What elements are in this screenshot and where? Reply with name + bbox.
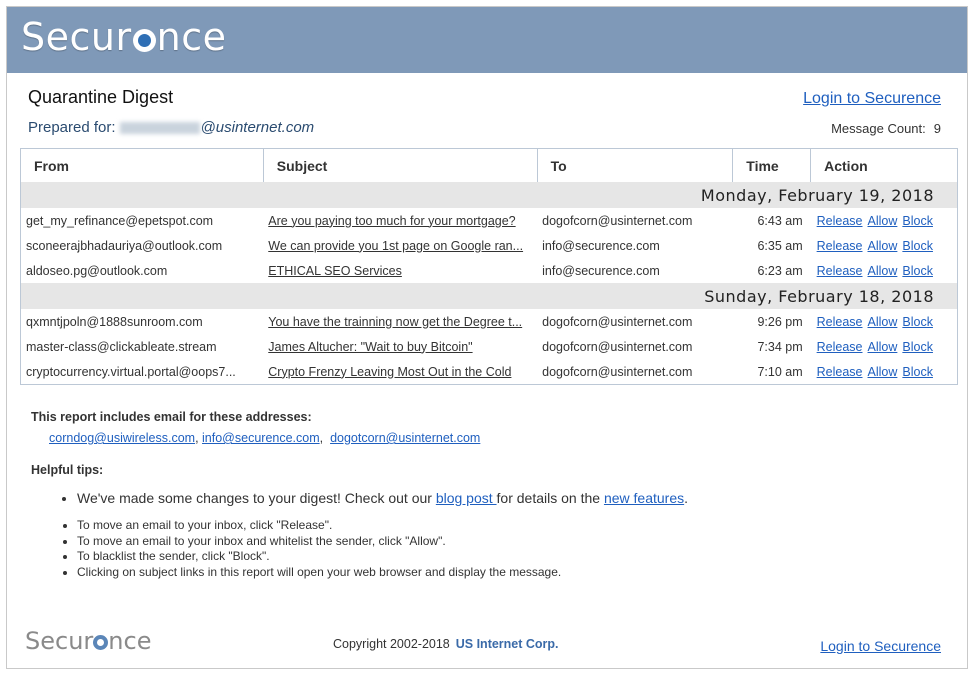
blog-post-link[interactable]: blog post <box>436 490 497 506</box>
time-cell: 9:26 pm <box>757 314 803 329</box>
allow-link[interactable]: Allow <box>868 264 898 278</box>
block-link[interactable]: Block <box>902 315 933 329</box>
footer-logo: Secur nce <box>25 627 152 655</box>
to-cell: dogofcorn@usinternet.com <box>542 364 693 379</box>
date-label: Monday, February 19, 2018 <box>20 182 958 208</box>
date-label: Sunday, February 18, 2018 <box>20 283 958 309</box>
time-cell: 6:43 am <box>757 213 803 228</box>
tip-main-mid: for details on the <box>496 490 604 506</box>
date-row: Monday, February 19, 2018 <box>20 182 958 208</box>
company-name: US Internet Corp. <box>455 637 559 651</box>
col-action: Action <box>824 157 868 174</box>
prepared-label: Prepared for: <box>28 119 116 136</box>
quarantine-table: From Subject To Time Action Monday, Febr… <box>20 148 958 385</box>
address-link[interactable]: info@securence.com <box>202 431 320 445</box>
tips-main-list: We've made some changes to your digest! … <box>63 490 689 507</box>
message-count-label: Message Count: <box>831 121 926 136</box>
from-cell: master-class@clickableate.stream <box>26 339 217 354</box>
block-link[interactable]: Block <box>902 365 933 379</box>
block-link[interactable]: Block <box>902 264 933 278</box>
message-count-value: 9 <box>933 121 941 136</box>
tip-main-pre: We've made some changes to your digest! … <box>77 490 436 506</box>
page-title: Quarantine Digest <box>28 87 174 107</box>
time-cell: 6:35 am <box>757 238 803 253</box>
time-cell: 7:34 pm <box>757 339 803 354</box>
table-row: cryptocurrency.virtual.portal@oops7... C… <box>21 359 958 385</box>
address-link[interactable]: dogotcorn@usinternet.com <box>330 431 480 445</box>
table-row: qxmntjpoln@1888sunroom.com You have the … <box>21 309 958 334</box>
allow-link[interactable]: Allow <box>868 214 898 228</box>
copyright-text: Copyright 2002-2018 <box>333 637 450 651</box>
subject-link[interactable]: Are you paying too much for your mortgag… <box>268 214 515 228</box>
allow-link[interactable]: Allow <box>868 365 898 379</box>
to-cell: info@securence.com <box>542 238 660 253</box>
tip-item: To move an email to your inbox and white… <box>77 534 561 550</box>
tips-list: To move an email to your inbox, click "R… <box>63 518 561 580</box>
block-link[interactable]: Block <box>902 239 933 253</box>
copyright: Copyright 2002-2018 US Internet Corp. <box>333 637 559 651</box>
to-cell: info@securence.com <box>542 263 660 278</box>
from-cell: cryptocurrency.virtual.portal@oops7... <box>26 364 236 379</box>
redacted-username <box>119 122 200 135</box>
addresses-heading: This report includes email for these add… <box>31 410 312 424</box>
new-features-link[interactable]: new features <box>604 490 684 506</box>
allow-link[interactable]: Allow <box>868 239 898 253</box>
table-row: master-class@clickableate.stream James A… <box>21 334 958 359</box>
release-link[interactable]: Release <box>817 365 863 379</box>
release-link[interactable]: Release <box>817 315 863 329</box>
table-row: get_my_refinance@epetspot.com Are you pa… <box>21 208 958 233</box>
login-link-top[interactable]: Login to Securence <box>803 90 941 108</box>
prepared-email: @usinternet.com <box>200 119 315 136</box>
from-cell: qxmntjpoln@1888sunroom.com <box>26 314 203 329</box>
message-count: Message Count: 9 <box>831 121 941 136</box>
digest-frame: Secur nce Quarantine Digest Prepared for:… <box>6 6 968 669</box>
release-link[interactable]: Release <box>817 239 863 253</box>
to-cell: dogofcorn@usinternet.com <box>542 314 693 329</box>
from-cell: get_my_refinance@epetspot.com <box>26 213 214 228</box>
login-link-bottom[interactable]: Login to Securence <box>820 638 941 654</box>
footer-logo-o-icon <box>93 635 109 650</box>
col-from: From <box>20 148 264 182</box>
from-cell: aldoseo.pg@outlook.com <box>26 263 168 278</box>
subject-link[interactable]: Crypto Frenzy Leaving Most Out in the Co… <box>268 365 511 379</box>
col-to: To <box>537 148 734 182</box>
release-link[interactable]: Release <box>817 340 863 354</box>
tip-item: To move an email to your inbox, click "R… <box>77 518 561 534</box>
to-cell: dogofcorn@usinternet.com <box>542 213 693 228</box>
table-row: sconeerajbhadauriya@outlook.com We can p… <box>21 233 958 258</box>
securence-logo: Secur nce <box>21 15 227 59</box>
table-header: From Subject To Time Action <box>20 148 958 182</box>
logo-o-icon <box>132 29 156 52</box>
allow-link[interactable]: Allow <box>868 315 898 329</box>
subject-link[interactable]: You have the trainning now get the Degre… <box>268 315 522 329</box>
prepared-for: Prepared for: @usinternet.com <box>28 119 314 136</box>
block-link[interactable]: Block <box>902 340 933 354</box>
time-cell: 6:23 am <box>757 263 803 278</box>
subject-link[interactable]: We can provide you 1st page on Google ra… <box>268 239 523 253</box>
allow-link[interactable]: Allow <box>868 340 898 354</box>
table-row: aldoseo.pg@outlook.com ETHICAL SEO Servi… <box>21 258 958 283</box>
tip-item: Clicking on subject links in this report… <box>77 565 561 581</box>
col-subject: Subject <box>263 148 538 182</box>
col-time: Time <box>732 148 812 182</box>
addresses-list: corndog@usiwireless.com, info@securence.… <box>49 431 481 445</box>
tip-main: We've made some changes to your digest! … <box>77 490 689 507</box>
release-link[interactable]: Release <box>817 214 863 228</box>
address-link[interactable]: corndog@usiwireless.com <box>49 431 195 445</box>
subject-link[interactable]: James Altucher: "Wait to buy Bitcoin" <box>268 340 472 354</box>
subject-link[interactable]: ETHICAL SEO Services <box>268 264 402 278</box>
tips-heading: Helpful tips: <box>31 463 104 477</box>
tip-item: To blacklist the sender, click "Block". <box>77 549 561 565</box>
to-cell: dogofcorn@usinternet.com <box>542 339 693 354</box>
header-banner: Secur nce <box>7 7 967 73</box>
release-link[interactable]: Release <box>817 264 863 278</box>
tip-main-post: . <box>684 490 689 506</box>
date-row: Sunday, February 18, 2018 <box>20 283 958 309</box>
from-cell: sconeerajbhadauriya@outlook.com <box>26 238 223 253</box>
block-link[interactable]: Block <box>902 214 933 228</box>
time-cell: 7:10 am <box>757 364 803 379</box>
